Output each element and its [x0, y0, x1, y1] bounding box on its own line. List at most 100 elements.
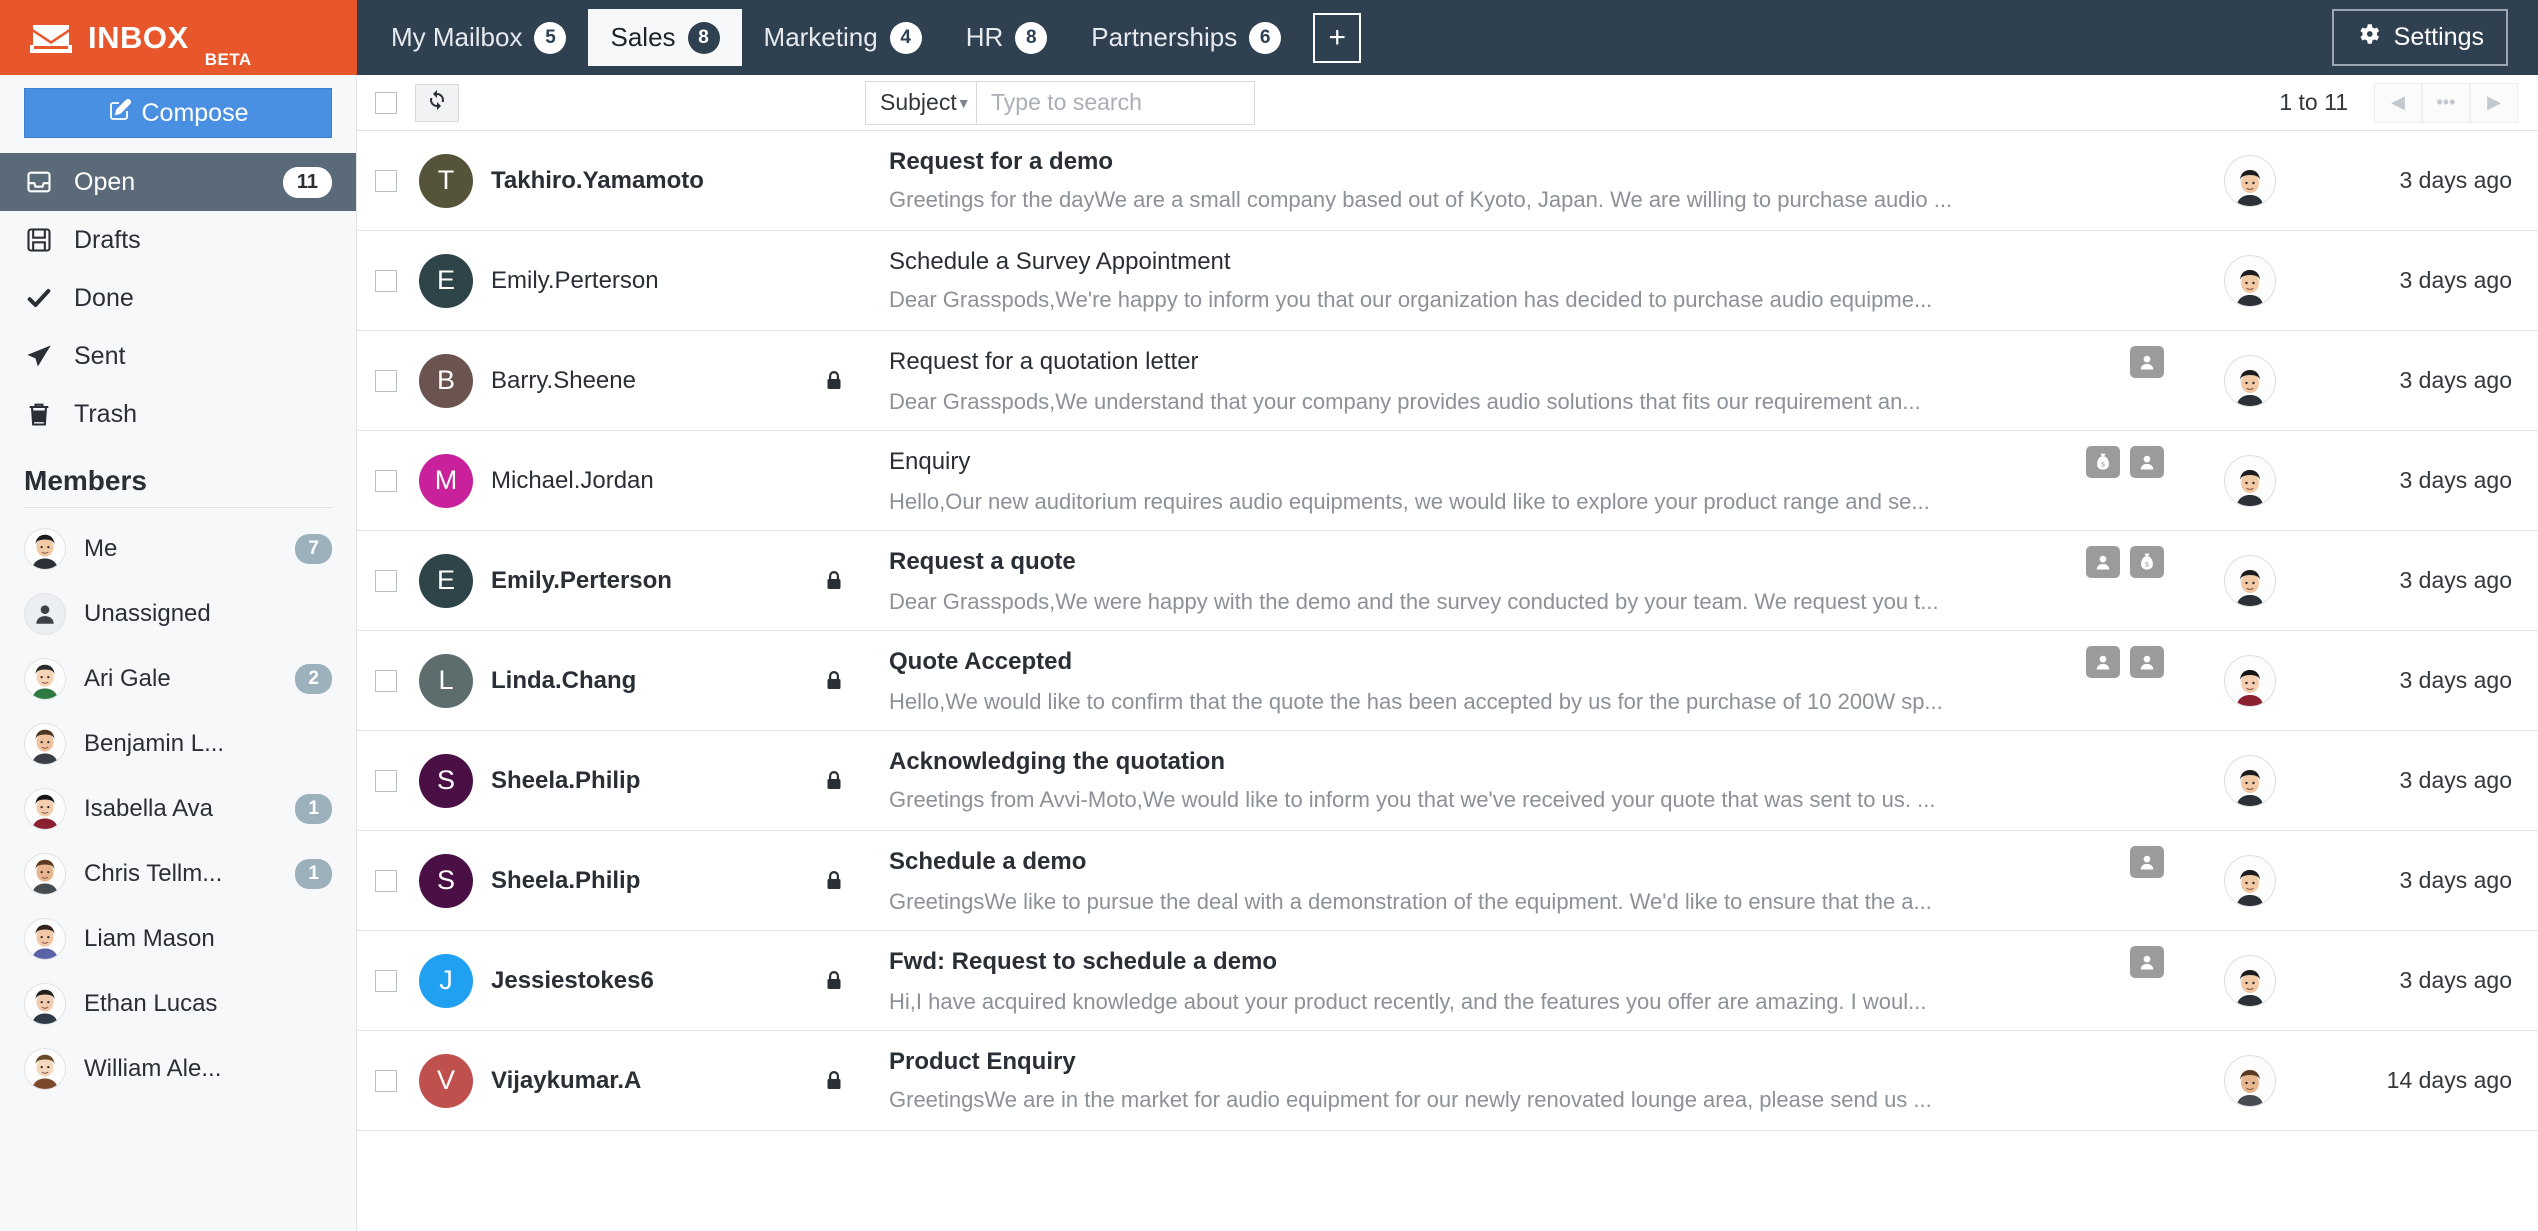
contact-icon[interactable] [2130, 846, 2164, 878]
subject-line: Request for a demo [889, 148, 2164, 176]
member-item[interactable]: Benjamin L... [0, 711, 356, 776]
sidebar-item-label: Done [74, 283, 134, 312]
email-preview: Dear Grasspods,We understand that your c… [889, 389, 1921, 414]
contact-icon[interactable] [2086, 646, 2120, 678]
assignee-cell[interactable] [2192, 154, 2308, 207]
row-checkbox[interactable] [375, 1069, 397, 1092]
assignee-cell[interactable] [2192, 754, 2308, 807]
member-item[interactable]: Me 7 [0, 516, 356, 581]
row-badges: $ [2086, 546, 2164, 578]
row-checkbox[interactable] [375, 869, 397, 892]
member-item[interactable]: Ari Gale 2 [0, 646, 356, 711]
email-row[interactable]: S Sheela.Philip Schedule a demo GreetingsWe… [357, 831, 2538, 931]
search-field-value: Subject [880, 89, 957, 115]
member-item[interactable]: William Ale... [0, 1036, 356, 1101]
row-checkbox[interactable] [375, 769, 397, 792]
assignee-cell[interactable] [2192, 554, 2308, 607]
email-timestamp: 3 days ago [2399, 967, 2512, 993]
member-count-badge: 2 [295, 663, 332, 694]
prev-page-button[interactable]: ◀ [2374, 82, 2422, 123]
money-bag-icon[interactable]: $ [2130, 546, 2164, 578]
sender-name: Jessiestokes6 [491, 966, 654, 994]
row-checkbox[interactable] [375, 169, 397, 192]
gear-icon [2356, 21, 2382, 54]
assignee-cell[interactable] [2192, 1054, 2308, 1107]
sender-cell: B Barry.Sheene [419, 353, 779, 408]
sidebar-item-label: Trash [74, 399, 137, 428]
search-field-select[interactable]: Subject ▼ [865, 80, 977, 125]
member-item[interactable]: Chris Tellm... 1 [0, 841, 356, 906]
row-badges [2130, 946, 2164, 978]
member-item[interactable]: Unassigned [0, 581, 356, 646]
row-checkbox[interactable] [375, 369, 397, 392]
tab-my-mailbox[interactable]: My Mailbox 5 [369, 9, 588, 66]
tab-sales[interactable]: Sales 8 [588, 9, 742, 66]
lock-icon [779, 869, 889, 893]
assignee-cell[interactable] [2192, 354, 2308, 407]
contact-icon[interactable] [2130, 446, 2164, 478]
email-row[interactable]: T Takhiro.Yamamoto Request for a demo Greet… [357, 131, 2538, 231]
more-pages-button[interactable]: ••• [2422, 82, 2470, 123]
member-item[interactable]: Liam Mason [0, 906, 356, 971]
tab-hr[interactable]: HR 8 [944, 9, 1070, 66]
refresh-button[interactable] [415, 83, 459, 122]
email-timestamp: 3 days ago [2399, 567, 2512, 593]
sender-name: Emily.Perterson [491, 266, 659, 294]
assignee-cell[interactable] [2192, 254, 2308, 307]
sender-name: Vijaykumar.A [491, 1066, 642, 1094]
sidebar-item-open[interactable]: Open 11 [0, 153, 356, 211]
assignee-cell[interactable] [2192, 654, 2308, 707]
assignee-avatar [2224, 754, 2276, 807]
member-item[interactable]: Ethan Lucas [0, 971, 356, 1036]
email-row[interactable]: M Michael.Jordan Enquiry $ Hello,Our new aud… [357, 431, 2538, 531]
contact-icon[interactable] [2130, 946, 2164, 978]
email-preview: Hello,We would like to confirm that the … [889, 689, 1943, 714]
sidebar-item-done[interactable]: Done [0, 269, 356, 327]
subject-line: Request a quote $ [889, 546, 2164, 578]
sidebar-item-label: Drafts [74, 225, 141, 254]
sender-name: Emily.Perterson [491, 566, 672, 594]
row-badges [2130, 846, 2164, 878]
contact-icon[interactable] [2130, 346, 2164, 378]
row-checkbox[interactable] [375, 969, 397, 992]
contact-icon[interactable] [2086, 546, 2120, 578]
email-content: Request a quote $ Dear Grasspods,We were h… [889, 546, 2192, 615]
email-row[interactable]: V Vijaykumar.A Product Enquiry GreetingsWe … [357, 1031, 2538, 1131]
assignee-cell[interactable] [2192, 854, 2308, 907]
email-subject: Schedule a demo [889, 848, 1087, 875]
row-checkbox[interactable] [375, 469, 397, 492]
money-bag-icon[interactable]: $ [2086, 446, 2120, 478]
sender-avatar: S [419, 853, 473, 908]
email-row[interactable]: E Emily.Perterson Request a quote $ Dear Gra… [357, 531, 2538, 631]
search-input[interactable] [977, 80, 1255, 125]
sidebar-item-drafts[interactable]: Drafts [0, 211, 356, 269]
select-all-checkbox[interactable] [375, 91, 397, 114]
email-timestamp: 3 days ago [2399, 667, 2512, 693]
email-row[interactable]: S Sheela.Philip Acknowledging the quotatio… [357, 731, 2538, 831]
tab-marketing[interactable]: Marketing 4 [742, 9, 944, 66]
sidebar-item-sent[interactable]: Sent [0, 327, 356, 385]
assignee-cell[interactable] [2192, 454, 2308, 507]
row-checkbox[interactable] [375, 669, 397, 692]
email-row[interactable]: B Barry.Sheene Request for a quotation let… [357, 331, 2538, 431]
row-checkbox[interactable] [375, 569, 397, 592]
next-page-button[interactable]: ▶ [2470, 82, 2518, 123]
tab-partnerships[interactable]: Partnerships 6 [1069, 9, 1303, 66]
add-tab-button[interactable]: + [1313, 12, 1362, 63]
email-row[interactable]: E Emily.Perterson Schedule a Survey Appoin… [357, 231, 2538, 331]
compose-button[interactable]: Compose [24, 88, 332, 138]
assignee-cell[interactable] [2192, 954, 2308, 1007]
email-content: Product Enquiry GreetingsWe are in the ma… [889, 1048, 2192, 1113]
email-row[interactable]: L Linda.Chang Quote Accepted Hello,We would… [357, 631, 2538, 731]
row-badges [2130, 346, 2164, 378]
sidebar-item-trash[interactable]: Trash [0, 385, 356, 443]
avatar [24, 982, 66, 1025]
settings-button[interactable]: Settings [2331, 9, 2508, 66]
contact-icon[interactable] [2130, 646, 2164, 678]
email-row[interactable]: J Jessiestokes6 Fwd: Request to schedule a… [357, 931, 2538, 1031]
member-item[interactable]: Isabella Ava 1 [0, 776, 356, 841]
assignee-avatar [2224, 454, 2276, 507]
row-checkbox[interactable] [375, 269, 397, 292]
email-timestamp: 3 days ago [2399, 167, 2512, 193]
members-list: Me 7 Unassigned Ari Gale 2 Benjamin L... Isabe… [0, 516, 356, 1101]
